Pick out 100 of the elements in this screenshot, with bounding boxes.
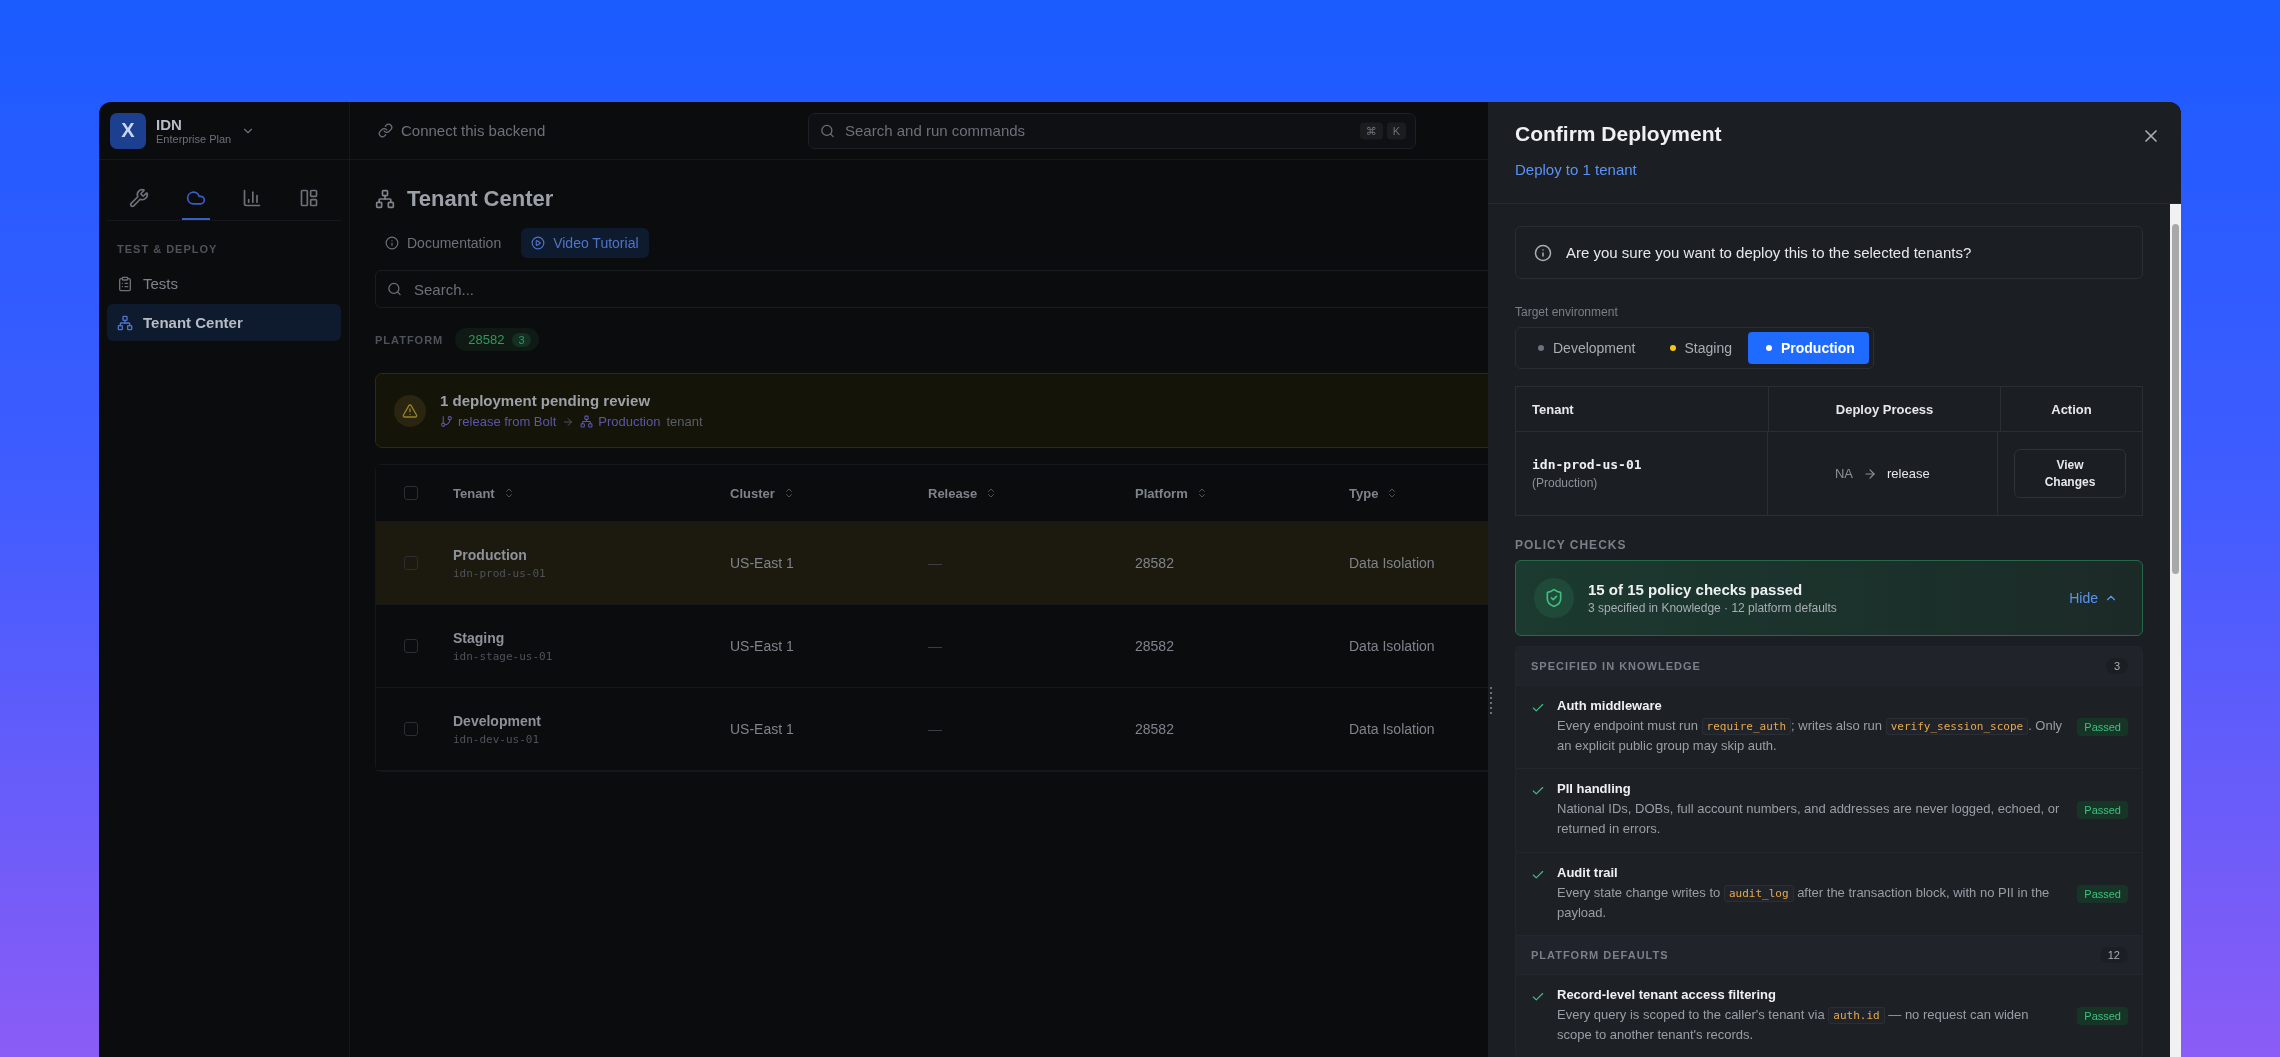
- check-description: Every query is scoped to the caller's tenant via auth.id — no request can widen scope to another tenant's records.: [1557, 1005, 2030, 1044]
- table-cell: US-East 1: [730, 555, 794, 571]
- link-icon: [378, 123, 393, 138]
- group-title: PLATFORM DEFAULTS: [1531, 948, 1669, 961]
- tab[interactable]: Video Tutorial: [521, 228, 649, 258]
- clipboard-icon: [117, 275, 133, 292]
- table-cell: 28582: [1135, 638, 1174, 654]
- column-header[interactable]: Cluster: [730, 485, 928, 501]
- tenant-id: idn-prod-us-01: [1532, 457, 1642, 472]
- table-cell: Data Isolation: [1349, 638, 1435, 654]
- check-title: PII handling: [1557, 781, 1632, 797]
- layout-icon: [298, 188, 319, 208]
- table-cell: 28582: [1135, 555, 1174, 571]
- sidebar-item[interactable]: Tenant Center: [107, 304, 341, 341]
- status-badge: Passed: [2077, 1007, 2128, 1025]
- play-icon: [531, 236, 546, 250]
- scrollbar[interactable]: [2170, 204, 2181, 1057]
- summary-detail: 3 specified in Knowledge · 12 platform defaults: [1588, 601, 1838, 615]
- search-icon: [387, 281, 402, 297]
- workspace-plan: Enterprise Plan: [156, 133, 232, 145]
- count-badge: 3: [512, 332, 531, 347]
- banner-title: 1 deployment pending review: [440, 392, 652, 409]
- branch-icon: [440, 415, 453, 428]
- checkbox[interactable]: [404, 486, 418, 500]
- table-cell: 28582: [1135, 721, 1174, 737]
- environment-option[interactable]: Production: [1748, 332, 1869, 364]
- check-description: Every state change writes to audit_log after the transaction block, with no PII in the payload.: [1557, 883, 2051, 922]
- check-description: National IDs, DOBs, full account numbers, and addresses are never logged, echoed, or returned in errors.: [1557, 800, 2061, 839]
- tenant-name: Staging: [453, 629, 506, 646]
- section-heading: POLICY CHECKS: [1515, 538, 1628, 552]
- platform-version: 28582: [468, 332, 505, 347]
- info-icon: [385, 236, 399, 250]
- hierarchy-icon: [580, 415, 594, 428]
- summary-title: 15 of 15 policy checks passed: [1588, 581, 1804, 598]
- table-cell: US-East 1: [730, 721, 794, 737]
- arrow-right-icon: [562, 415, 575, 428]
- info-icon: [1534, 243, 1552, 262]
- check-title: Audit trail: [1557, 864, 1619, 880]
- wrench-icon: [129, 188, 150, 208]
- tenant-id: idn-dev-us-01: [453, 732, 541, 746]
- tenant-name: Development: [453, 712, 542, 729]
- environment-option[interactable]: Development: [1520, 332, 1650, 364]
- table-cell: —: [928, 638, 942, 654]
- shortcut-key: ⌘: [1359, 122, 1383, 139]
- column-header[interactable]: Type: [1349, 485, 1488, 501]
- column-header[interactable]: Platform: [1135, 485, 1349, 501]
- drawer-subtitle: Deploy to 1 tenant: [1515, 161, 1638, 178]
- drawer-title: Confirm Deployment: [1515, 122, 1722, 146]
- view-changes-button[interactable]: View Changes: [2014, 448, 2126, 499]
- search-field[interactable]: Search...: [375, 270, 1488, 308]
- table-cell: US-East 1: [730, 638, 794, 654]
- source-link[interactable]: release from Bolt: [440, 414, 557, 429]
- cloud-icon: [185, 188, 206, 208]
- check-description: Every endpoint must run require_auth ; writes also run verify_session_scope . Only an explicit public group may skip auth.: [1557, 717, 2064, 756]
- hide-toggle[interactable]: Hide: [2063, 589, 2124, 607]
- table-cell: —: [928, 555, 942, 571]
- checkbox[interactable]: [404, 639, 418, 653]
- target-link[interactable]: Production: [580, 414, 661, 429]
- environment-option[interactable]: Staging: [1651, 332, 1746, 364]
- check-title: Record-level tenant access filtering: [1557, 986, 1777, 1002]
- group-title: SPECIFIED IN KNOWLEDGE: [1531, 660, 1701, 672]
- status-badge: Passed: [2077, 718, 2128, 737]
- tenant-id: idn-stage-us-01: [453, 649, 554, 663]
- table-cell: —: [928, 721, 942, 737]
- field-label: Target environment: [1515, 305, 1619, 319]
- to-version: release: [1887, 466, 1930, 481]
- column-header: Deploy Process: [1835, 401, 1934, 417]
- count-badge: 12: [2099, 946, 2128, 963]
- banner-text: tenant: [666, 414, 703, 429]
- column-header: Tenant: [1532, 401, 1574, 417]
- tenant-environment: (Production): [1532, 476, 1598, 490]
- count-badge: 3: [2105, 658, 2128, 674]
- page-title: Tenant Center: [407, 186, 554, 212]
- notice-text: Are you sure you want to deploy this to the selected tenants?: [1566, 244, 1972, 261]
- sidebar-section-title: TEST & DEPLOY: [116, 242, 219, 257]
- tab[interactable]: Documentation: [375, 228, 512, 258]
- table-cell: Data Isolation: [1349, 555, 1435, 571]
- table-row[interactable]: Production idn-prod-us-01 US-East 1 — 28582 Data Isolation: [376, 522, 1488, 605]
- status-badge: Passed: [2077, 884, 2128, 903]
- bar-chart-icon: [242, 188, 263, 208]
- drag-handle-icon[interactable]: [1490, 687, 1492, 714]
- app-logo: X: [110, 112, 146, 149]
- table-cell: Data Isolation: [1349, 721, 1435, 737]
- workspace-name: IDN: [156, 116, 183, 133]
- check-title: Auth middleware: [1557, 698, 1663, 713]
- column-header[interactable]: Release: [928, 485, 1135, 501]
- column-header[interactable]: Tenant: [453, 485, 730, 501]
- connect-backend-link[interactable]: Connect this backend: [378, 122, 808, 139]
- hierarchy-icon: [117, 314, 133, 331]
- status-badge: Passed: [2077, 801, 2128, 820]
- from-version: NA: [1834, 466, 1853, 481]
- tenant-name: Production: [453, 546, 528, 563]
- checkbox[interactable]: [404, 556, 418, 570]
- checkbox[interactable]: [404, 722, 418, 736]
- hierarchy-icon: [375, 189, 395, 209]
- platform-label: PLATFORM: [375, 333, 444, 346]
- tenant-id: idn-prod-us-01: [453, 566, 547, 580]
- column-header: Action: [2051, 401, 2092, 417]
- search-icon: [820, 123, 835, 138]
- sidebar-item[interactable]: Tests: [107, 265, 341, 302]
